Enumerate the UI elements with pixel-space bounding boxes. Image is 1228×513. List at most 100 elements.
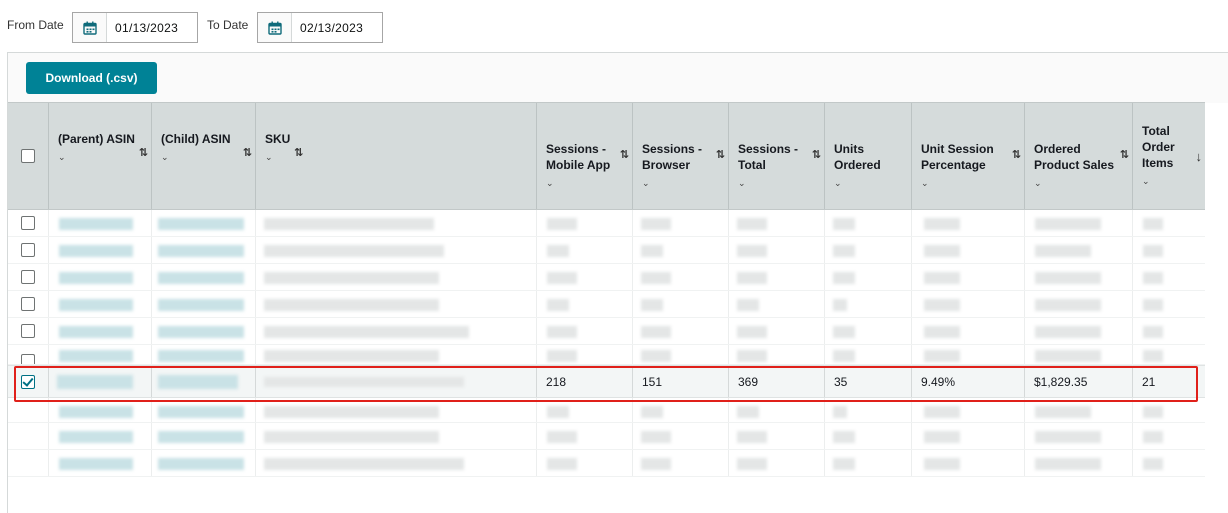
redacted-value [924, 299, 960, 311]
table-row[interactable] [8, 345, 1205, 365]
chevron-down-icon[interactable]: ⌄ [161, 149, 247, 165]
redacted-value [641, 406, 663, 418]
redacted-value [737, 272, 767, 284]
sort-icon[interactable]: ⇅ [620, 147, 629, 163]
chevron-down-icon[interactable]: ⌄ [738, 175, 816, 191]
col-sku[interactable]: SKU ⇅ ⌄ [256, 103, 537, 209]
row-checkbox[interactable] [21, 270, 35, 284]
table-row[interactable] [8, 398, 1205, 423]
redacted-value [59, 406, 133, 418]
chevron-down-icon[interactable]: ⌄ [58, 149, 143, 165]
col-unit-session-pct[interactable]: Unit Session Percentage ⇅ ⌄ [912, 103, 1025, 209]
redacted-value [641, 245, 663, 257]
redacted-value [833, 431, 855, 443]
sort-desc-icon[interactable]: ↓ [1196, 149, 1202, 165]
redacted-value [1143, 458, 1163, 470]
sort-icon[interactable]: ⇅ [139, 145, 148, 161]
sort-icon[interactable]: ⇅ [1120, 147, 1129, 163]
redacted-value [833, 350, 855, 362]
redacted-value [264, 458, 464, 470]
col-parent-asin[interactable]: (Parent) ASIN ⇅ ⌄ [49, 103, 152, 209]
redacted-value [737, 326, 767, 338]
cell-sessions-mobile: 218 [537, 366, 633, 397]
col-label: (Parent) ASIN [58, 132, 135, 146]
col-total-order-items[interactable]: Total Order Items ↓ ⌄ [1133, 103, 1205, 209]
chevron-down-icon[interactable]: ⌄ [546, 175, 624, 191]
redacted-value [737, 406, 759, 418]
sort-icon[interactable]: ⇅ [812, 147, 821, 163]
col-sessions-mobile[interactable]: Sessions - Mobile App ⇅ ⌄ [537, 103, 633, 209]
chevron-down-icon[interactable]: ⌄ [642, 175, 720, 191]
col-sessions-browser[interactable]: Sessions - Browser ⇅ ⌄ [633, 103, 729, 209]
redacted-value [59, 218, 133, 230]
row-checkbox[interactable] [21, 243, 35, 257]
redacted-value [1035, 299, 1101, 311]
redacted-value [59, 272, 133, 284]
row-checkbox[interactable] [21, 297, 35, 311]
redacted-value [737, 458, 767, 470]
redacted-value [924, 218, 960, 230]
redacted-value [833, 272, 855, 284]
redacted-value [1143, 406, 1163, 418]
download-csv-button[interactable]: Download (.csv) [26, 62, 157, 94]
redacted-value [158, 272, 244, 284]
redacted-value [158, 350, 244, 362]
col-label: Units Ordered [834, 142, 881, 172]
sort-icon[interactable]: ⇅ [294, 145, 303, 161]
row-checkbox-checked[interactable] [21, 374, 35, 389]
calendar-icon[interactable] [258, 13, 292, 42]
table-row[interactable] [8, 318, 1205, 345]
row-checkbox[interactable] [21, 324, 35, 338]
redacted-value [641, 431, 671, 443]
redacted-value [1035, 218, 1101, 230]
redacted-value [264, 272, 439, 284]
chevron-down-icon[interactable]: ⌄ [921, 175, 1016, 191]
col-sessions-total[interactable]: Sessions - Total ⇅ ⌄ [729, 103, 825, 209]
row-checkbox[interactable] [21, 216, 35, 230]
redacted-value [924, 245, 960, 257]
chevron-down-icon[interactable]: ⌄ [265, 149, 528, 165]
chevron-down-icon[interactable]: ⌄ [1034, 175, 1124, 191]
sort-icon[interactable]: ⇅ [243, 145, 252, 161]
table-row[interactable] [8, 237, 1205, 264]
chevron-down-icon[interactable]: ⌄ [834, 175, 903, 191]
table-row[interactable] [8, 264, 1205, 291]
redacted-value [264, 377, 464, 387]
redacted-value [57, 375, 133, 389]
table-row[interactable] [8, 450, 1205, 477]
redacted-value [1143, 299, 1163, 311]
redacted-value [264, 218, 434, 230]
redacted-value [833, 299, 847, 311]
col-child-asin[interactable]: (Child) ASIN ⇅ ⌄ [152, 103, 256, 209]
chevron-down-icon[interactable]: ⌄ [1142, 173, 1197, 189]
redacted-value [1035, 272, 1101, 284]
selected-table-row[interactable]: 218 151 369 35 9.49% $1,829.35 21 [8, 365, 1205, 398]
calendar-icon[interactable] [73, 13, 107, 42]
cell-sessions-browser: 151 [633, 366, 729, 397]
from-date-field[interactable]: 01/13/2023 [72, 12, 198, 43]
redacted-value [641, 218, 671, 230]
select-all-cell[interactable] [8, 103, 49, 209]
col-units-ordered[interactable]: Units Ordered⇅⌄ [825, 103, 912, 209]
col-label: Sessions - Mobile App [546, 142, 611, 172]
from-date-value[interactable]: 01/13/2023 [107, 13, 186, 42]
sort-icon[interactable]: ⇅ [1012, 147, 1021, 163]
redacted-value [833, 458, 855, 470]
redacted-value [737, 431, 767, 443]
sort-icon[interactable]: ⇅ [716, 147, 725, 163]
redacted-value [547, 218, 577, 230]
to-date-field[interactable]: 02/13/2023 [257, 12, 383, 43]
col-label: (Child) ASIN [161, 132, 231, 146]
table-row[interactable] [8, 291, 1205, 318]
redacted-value [1035, 350, 1101, 362]
redacted-value [924, 326, 960, 338]
table-row[interactable] [8, 210, 1205, 237]
redacted-value [59, 299, 133, 311]
redacted-value [547, 350, 577, 362]
redacted-value [1143, 431, 1163, 443]
row-checkbox[interactable] [21, 354, 35, 364]
select-all-checkbox[interactable] [21, 149, 35, 163]
table-row[interactable] [8, 423, 1205, 450]
col-ordered-sales[interactable]: Ordered Product Sales ⇅ ⌄ [1025, 103, 1133, 209]
to-date-value[interactable]: 02/13/2023 [292, 13, 371, 42]
